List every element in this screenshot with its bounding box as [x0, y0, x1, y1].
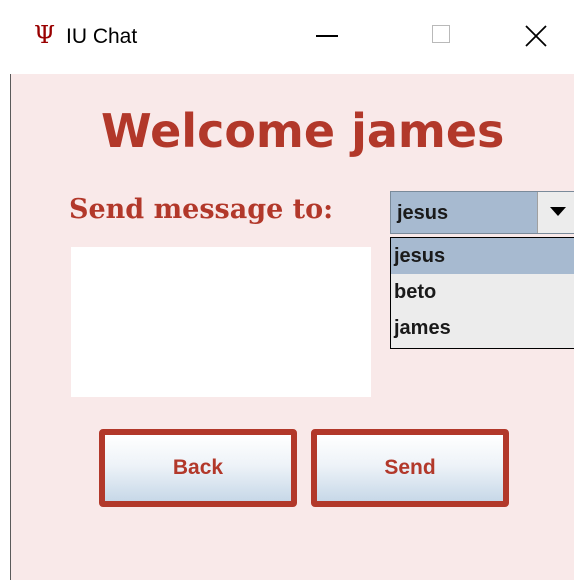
app-logo-icon: Ψ — [34, 21, 56, 49]
chevron-down-icon — [550, 207, 566, 216]
recipient-option[interactable]: beto — [391, 274, 574, 310]
recipient-select[interactable]: jesus — [390, 191, 574, 234]
back-button-label: Back — [172, 456, 224, 479]
close-icon — [525, 25, 547, 47]
send-button[interactable]: Send — [311, 429, 509, 507]
title-bar[interactable]: Ψ IU Chat — [0, 0, 574, 74]
recipient-dropdown-list: jesus beto james — [390, 237, 574, 349]
window-title: IU Chat — [66, 25, 138, 48]
welcome-heading: Welcome james — [101, 104, 505, 158]
send-button-label: Send — [384, 456, 436, 479]
minimize-icon — [316, 35, 338, 37]
minimize-button[interactable] — [296, 10, 356, 60]
chat-panel: Welcome james Send message to: jesus jes… — [11, 74, 574, 580]
app-window: Ψ IU Chat Welcome james Send message to:… — [0, 0, 574, 580]
message-input[interactable] — [71, 247, 371, 397]
maximize-button[interactable] — [410, 10, 470, 60]
recipient-option[interactable]: james — [391, 310, 574, 346]
recipient-option[interactable]: jesus — [391, 238, 574, 274]
maximize-icon — [432, 25, 450, 43]
send-to-label: Send message to: — [69, 194, 334, 225]
back-button[interactable]: Back — [99, 429, 297, 507]
dropdown-arrow-button[interactable] — [537, 192, 574, 233]
close-button[interactable] — [506, 10, 566, 60]
recipient-select-value: jesus — [397, 202, 449, 224]
